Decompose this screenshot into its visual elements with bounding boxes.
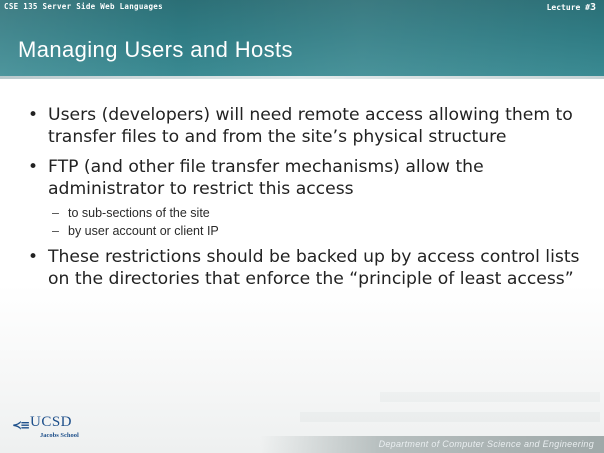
- course-label: CSE 135 Server Side Web Languages: [4, 2, 163, 11]
- lecture-number: 3: [589, 2, 596, 13]
- bullet-text: These restrictions should be backed up b…: [48, 247, 580, 289]
- sub-bullet-item: by user account or client IP: [26, 222, 596, 240]
- logo-subtext: Jacobs School: [40, 432, 79, 439]
- ucsd-logo: ≺≡ UCSD Jacobs School: [10, 412, 120, 448]
- bullet-text: Users (developers) will need remote acce…: [48, 105, 573, 147]
- slide: CSE 135 Server Side Web Languages Lectur…: [0, 0, 604, 453]
- lecture-label: Lecture #3: [547, 2, 596, 13]
- department-label: Department of Computer Science and Engin…: [378, 439, 594, 449]
- background-streak: [300, 412, 600, 422]
- logo-text: UCSD: [30, 414, 73, 430]
- bullet-list: Users (developers) will need remote acce…: [26, 104, 596, 290]
- bullet-text: FTP (and other file transfer mechanisms)…: [48, 157, 484, 199]
- slide-title: Managing Users and Hosts: [18, 37, 293, 62]
- lecture-prefix: Lecture #: [546, 3, 590, 12]
- background-streak: [380, 392, 600, 402]
- sub-bullet-item: to sub-sections of the site: [26, 204, 596, 222]
- trident-icon: ≺≡: [12, 418, 30, 432]
- sub-bullet-list: to sub-sections of the site by user acco…: [26, 204, 596, 240]
- slide-content: Users (developers) will need remote acce…: [26, 104, 596, 298]
- bullet-item: FTP (and other file transfer mechanisms)…: [26, 156, 596, 200]
- bullet-item: Users (developers) will need remote acce…: [26, 104, 596, 148]
- bullet-item: These restrictions should be backed up b…: [26, 246, 596, 290]
